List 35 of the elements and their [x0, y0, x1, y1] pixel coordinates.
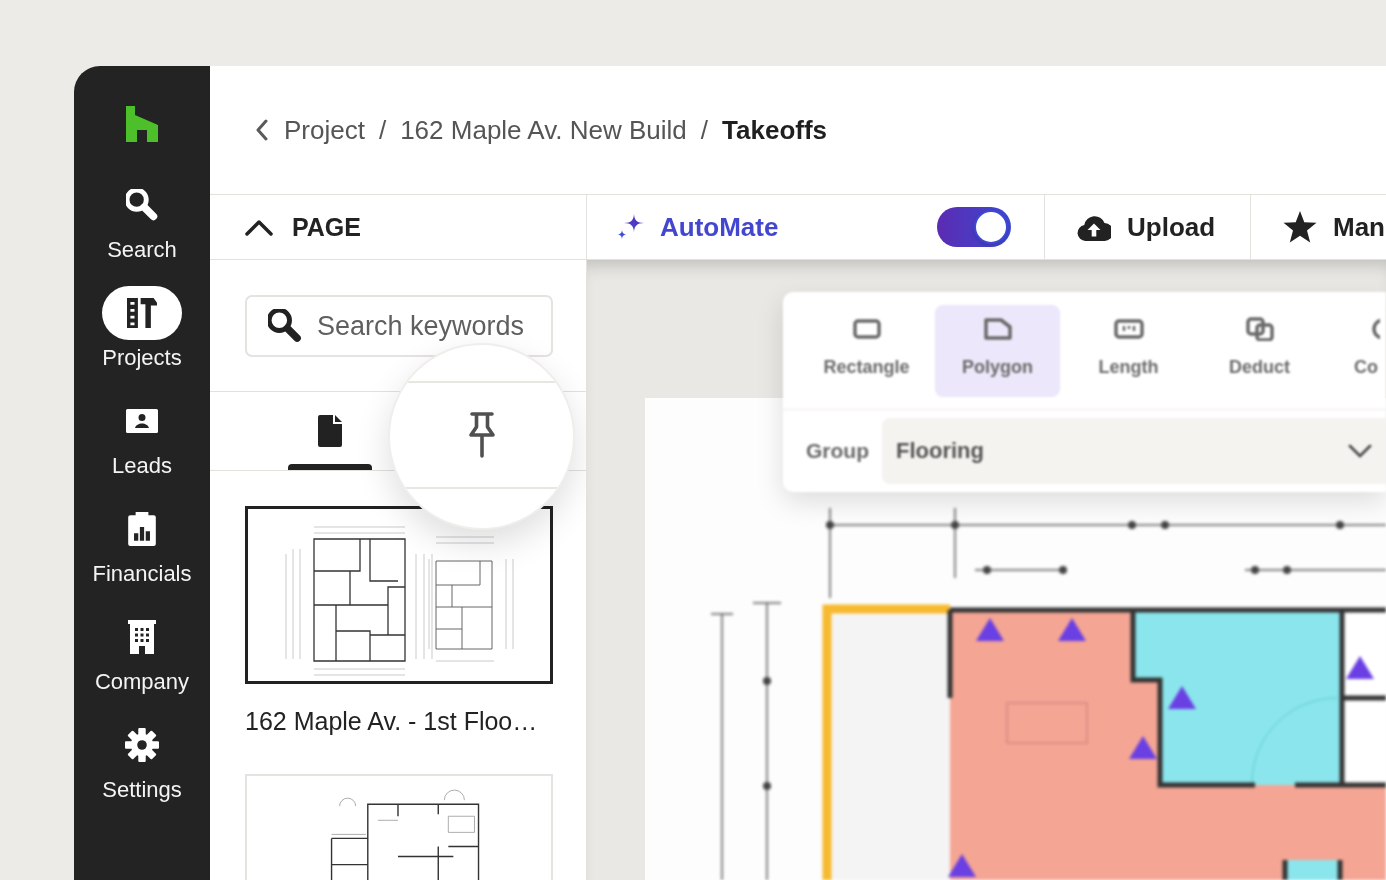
sidebar-item[interactable]: Leads: [112, 394, 172, 479]
breadcrumb-link[interactable]: Project: [284, 114, 365, 146]
triangle-marker-icon: [1346, 656, 1374, 679]
triangle-marker-icon: [1168, 686, 1196, 709]
polygon-icon: [982, 317, 1013, 341]
pin-icon: [466, 411, 497, 459]
sidebar-item[interactable]: Settings: [102, 718, 182, 803]
sidebar-item[interactable]: Company: [94, 610, 190, 695]
group-label: Group: [806, 439, 869, 463]
breadcrumb-current: Takeoffs: [722, 114, 828, 146]
sidebar-item[interactable]: Projects: [102, 286, 182, 371]
triangle-marker-icon: [1058, 618, 1086, 641]
chevron-left-icon[interactable]: [255, 119, 269, 141]
document-icon: [318, 415, 342, 447]
ruler-icon: [1113, 317, 1144, 341]
sidebar-item[interactable]: Search: [107, 178, 177, 263]
toggle-switch[interactable]: [937, 207, 1011, 247]
sidebar-item[interactable]: Financials: [92, 502, 192, 587]
breadcrumb-link[interactable]: 162 Maple Av. New Build: [400, 114, 687, 146]
triangle-marker-icon: [976, 618, 1004, 641]
automate-label: AutoMate: [660, 211, 779, 243]
breadcrumb-separator: /: [700, 114, 709, 146]
star-icon: [1283, 211, 1317, 243]
cloud-upload-icon: [1077, 213, 1111, 241]
triangle-marker-icon: [948, 854, 976, 877]
breadcrumb-separator: /: [378, 114, 387, 146]
overlapping-squares-icon: [1244, 317, 1275, 341]
rectangle-icon: [851, 317, 882, 341]
search-icon: [268, 309, 302, 343]
page-caption: 162 Maple Av. - 1st Floo…: [245, 708, 538, 734]
pin-tab[interactable]: [466, 411, 497, 459]
chevron-down-icon: [1348, 444, 1372, 458]
house-logo-icon[interactable]: [126, 106, 158, 142]
triangle-marker-icon: [1129, 736, 1157, 759]
page-section-toggle[interactable]: PAGE: [245, 212, 361, 242]
